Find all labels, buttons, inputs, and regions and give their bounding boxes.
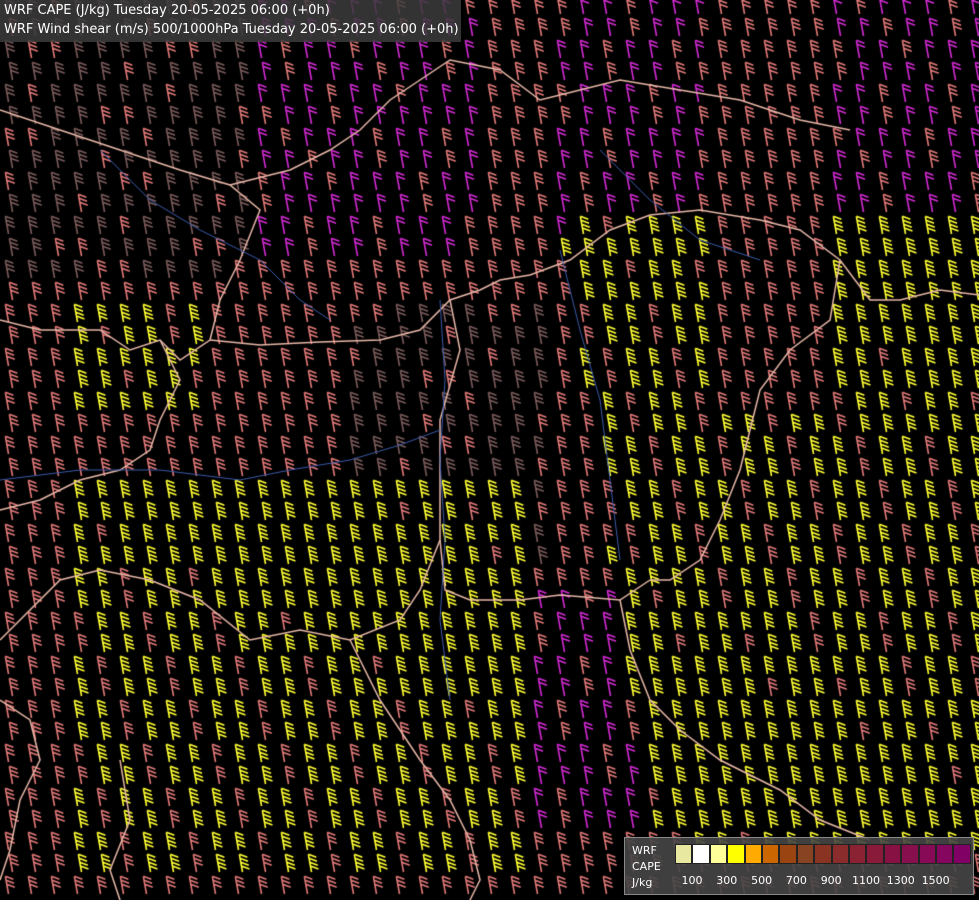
legend-swatch <box>814 844 832 864</box>
legend-unit-label: J/kg <box>632 876 653 889</box>
legend-swatch <box>918 844 936 864</box>
legend-tick-label: 1500 <box>921 874 950 887</box>
legend-swatch <box>744 844 762 864</box>
legend-swatch <box>866 844 884 864</box>
legend-tick-label: 700 <box>785 874 807 887</box>
legend-tick-label: 900 <box>820 874 842 887</box>
legend-swatch <box>692 844 710 864</box>
legend-swatch <box>675 844 693 864</box>
legend-swatch <box>936 844 954 864</box>
legend-swatch <box>762 844 780 864</box>
cape-legend: WRF CAPE J/kg 100 300 500 700 900 1100 1300 150… <box>624 837 974 895</box>
legend-swatch <box>953 844 971 864</box>
weather-map <box>0 0 979 900</box>
legend-field-label: CAPE <box>632 860 661 873</box>
cape-title: WRF CAPE (J/kg) Tuesday 20-05-2025 06:00… <box>4 3 330 18</box>
legend-swatch <box>831 844 849 864</box>
legend-tick-label: 300 <box>716 874 738 887</box>
legend-tick-label: 500 <box>751 874 773 887</box>
legend-swatch <box>849 844 867 864</box>
legend-model-label: WRF <box>632 844 657 857</box>
legend-swatch <box>727 844 745 864</box>
legend-tick-label: 1100 <box>852 874 880 887</box>
legend-swatch <box>709 844 728 864</box>
legend-swatch <box>883 844 902 864</box>
legend-tick-label: 100 <box>681 874 703 887</box>
legend-swatch <box>901 844 919 864</box>
legend-tick-label: 1300 <box>886 874 915 887</box>
legend-swatch <box>779 844 797 864</box>
map-title-box: WRF CAPE (J/kg) Tuesday 20-05-2025 06:00… <box>0 0 461 42</box>
wind-shear-title: WRF Wind shear (m/s) 500/1000hPa Tuesday… <box>4 22 459 37</box>
legend-swatch <box>796 844 815 864</box>
